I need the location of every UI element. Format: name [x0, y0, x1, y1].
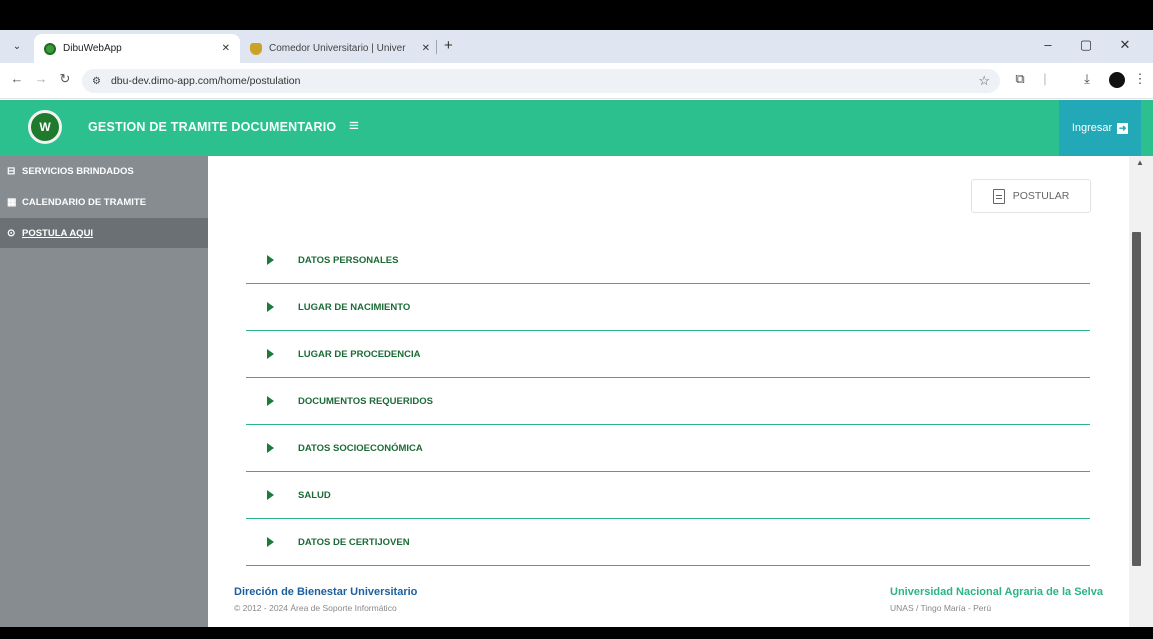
reload-icon[interactable]: ↻: [56, 71, 74, 87]
sidebar-item-label: CALENDARIO DE TRAMITE: [22, 196, 147, 208]
postular-label: POSTULAR: [1012, 190, 1070, 202]
tab-strip: ⌄ DibuWebApp ✕ Comedor Universitario | U…: [0, 30, 1153, 63]
profile-avatar[interactable]: [1109, 72, 1125, 88]
restore-icon[interactable]: ▢: [1076, 37, 1096, 53]
page-scrollbar[interactable]: ▲: [1129, 156, 1153, 627]
sidebar: ⊟ SERVICIOS BRINDADOS ▦ CALENDARIO DE TR…: [0, 156, 208, 627]
accordion-datos-personales[interactable]: DATOS PERSONALES: [246, 237, 1090, 284]
accordion-lugar-nacimiento[interactable]: LUGAR DE NACIMIENTO: [246, 284, 1090, 331]
tab-comedor[interactable]: Comedor Universitario | Univer ✕: [240, 34, 440, 63]
login-button[interactable]: Ingresar ➜: [1059, 100, 1141, 156]
shield-favicon-icon: [250, 42, 262, 55]
app-header: W GESTION DE TRAMITE DOCUMENTARIO ≡ Ingr…: [0, 100, 1153, 156]
accordion-label: DATOS PERSONALES: [298, 254, 399, 266]
university-logo[interactable]: W: [28, 110, 62, 144]
accordion-label: DATOS DE CERTIJOVEN: [298, 536, 410, 548]
app-favicon-icon: [44, 42, 56, 55]
sidebar-item-postula[interactable]: ⊙ POSTULA AQUI: [0, 218, 208, 248]
postular-button[interactable]: POSTULAR: [971, 179, 1091, 213]
accordion-label: LUGAR DE NACIMIENTO: [298, 301, 411, 313]
accordion-datos-certijoven[interactable]: DATOS DE CERTIJOVEN: [246, 519, 1090, 566]
accordion-datos-socioeconomica[interactable]: DATOS SOCIOECONÓMICA: [246, 425, 1090, 472]
sidebar-item-servicios[interactable]: ⊟ SERVICIOS BRINDADOS: [0, 156, 208, 186]
caret-right-icon: [267, 490, 274, 500]
browser-window: ⌄ DibuWebApp ✕ Comedor Universitario | U…: [0, 30, 1153, 627]
accordion-label: SALUD: [298, 489, 331, 501]
close-tab-icon[interactable]: ✕: [222, 43, 230, 54]
app-title: GESTION DE TRAMITE DOCUMENTARIO: [88, 120, 337, 134]
accordion-documentos-requeridos[interactable]: DOCUMENTOS REQUERIDOS: [246, 378, 1090, 425]
accordion-lugar-procedencia[interactable]: LUGAR DE PROCEDENCIA: [246, 331, 1090, 378]
close-tab-icon[interactable]: ✕: [422, 43, 430, 54]
footer-copyright: © 2012 - 2024 Área de Soporte Informátic…: [234, 603, 397, 613]
footer-university-title: Universidad Nacional Agraria de la Selva: [890, 586, 1103, 598]
caret-right-icon: [267, 255, 274, 265]
accordion-label: DOCUMENTOS REQUERIDOS: [298, 395, 433, 407]
calendar-icon: ▦: [7, 196, 17, 208]
login-label: Ingresar: [1071, 122, 1113, 134]
extensions-icon[interactable]: ⧉: [1011, 71, 1029, 87]
screen: ⌄ DibuWebApp ✕ Comedor Universitario | U…: [0, 0, 1153, 639]
accordion-label: LUGAR DE PROCEDENCIA: [298, 348, 421, 360]
scroll-up-arrow-icon[interactable]: ▲: [1136, 158, 1144, 167]
footer-location: UNAS / Tingo María - Perú: [890, 603, 992, 613]
tab-title: Comedor Universitario | Univer: [269, 43, 406, 54]
sidebar-item-label: POSTULA AQUI: [22, 227, 94, 239]
tab-search-icon[interactable]: ⌄: [8, 37, 26, 55]
new-tab-icon[interactable]: +: [444, 37, 453, 54]
download-icon[interactable]: ⤓: [1078, 71, 1096, 87]
sidebar-item-calendario[interactable]: ▦ CALENDARIO DE TRAMITE: [0, 187, 208, 217]
caret-right-icon: [267, 537, 274, 547]
url-text: dbu-dev.dimo-app.com/home/postulation: [110, 75, 301, 87]
address-bar[interactable]: ⚙ dbu-dev.dimo-app.com/home/postulation …: [82, 69, 1000, 93]
back-icon[interactable]: ←: [8, 71, 26, 86]
briefcase-icon: ⊟: [7, 165, 16, 177]
main-content: POSTULAR DATOS PERSONALES LUGAR DE NACIM…: [208, 156, 1129, 627]
accordion-label: DATOS SOCIOECONÓMICA: [298, 442, 423, 454]
forward-icon[interactable]: →: [32, 71, 50, 86]
browser-toolbar: ← → ↻ ⚙ dbu-dev.dimo-app.com/home/postul…: [0, 63, 1153, 99]
more-menu-icon[interactable]: ⋮: [1131, 71, 1149, 87]
tab-dibuwebapp[interactable]: DibuWebApp ✕: [34, 34, 240, 63]
accordion-salud[interactable]: SALUD: [246, 472, 1090, 519]
minimize-icon[interactable]: –: [1038, 37, 1058, 52]
bookmark-star-icon[interactable]: ☆: [978, 73, 990, 89]
document-icon: [992, 188, 1005, 204]
footer-department-title: Direción de Bienestar Universitario: [234, 586, 418, 598]
caret-right-icon: [267, 302, 274, 312]
tab-title: DibuWebApp: [63, 43, 122, 54]
sign-in-icon: ➜: [1117, 122, 1129, 134]
caret-right-icon: [267, 349, 274, 359]
caret-right-icon: [267, 396, 274, 406]
site-settings-icon[interactable]: ⚙: [92, 76, 101, 87]
caret-right-icon: [267, 443, 274, 453]
hamburger-menu-icon[interactable]: ≡: [349, 116, 359, 136]
tab-divider: [436, 40, 437, 54]
link-icon: ⊙: [7, 227, 16, 239]
toolbar-divider: |: [1043, 71, 1047, 86]
sidebar-item-label: SERVICIOS BRINDADOS: [22, 165, 134, 177]
close-window-icon[interactable]: ✕: [1115, 37, 1135, 53]
scrollbar-thumb[interactable]: [1132, 232, 1141, 566]
